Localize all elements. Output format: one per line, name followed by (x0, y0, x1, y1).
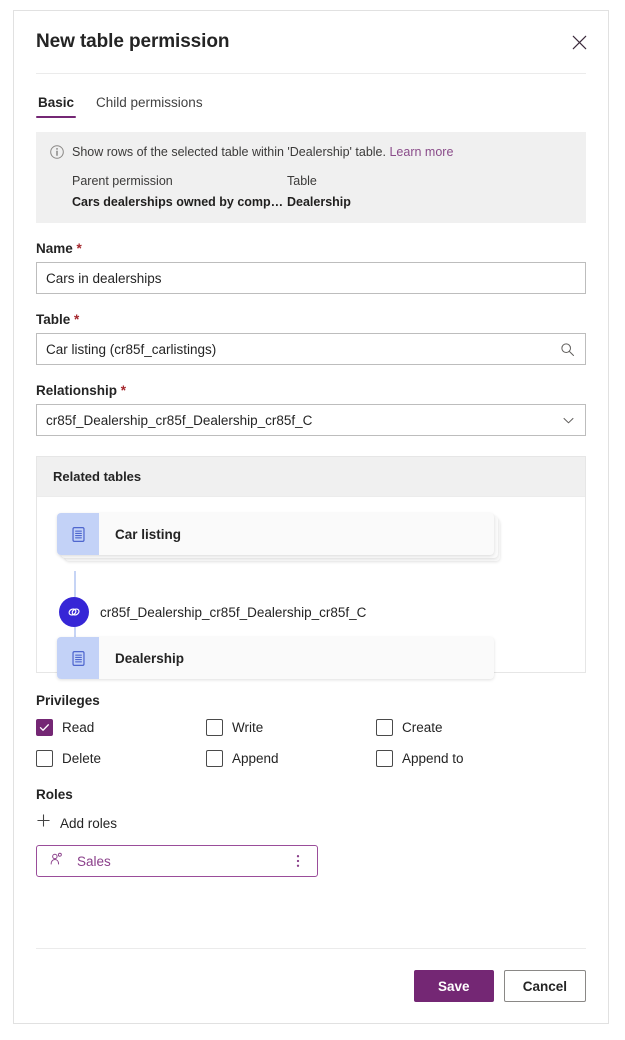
checkbox-write[interactable] (206, 719, 223, 736)
relationship-input[interactable] (37, 405, 562, 435)
privileges-label: Privileges (36, 693, 100, 708)
relationship-required-marker: * (120, 383, 127, 398)
relationship-dropdown[interactable] (36, 404, 586, 436)
checkbox-create[interactable] (376, 719, 393, 736)
parent-permission-value: Cars dealerships owned by compa... (72, 195, 287, 209)
privilege-append-to-label: Append to (402, 751, 464, 766)
info-circle-icon (50, 145, 64, 164)
table-field-group: Table * (36, 312, 586, 365)
info-banner-message-row: Show rows of the selected table within '… (50, 144, 570, 164)
privilege-read-label: Read (62, 720, 95, 735)
privilege-create-label: Create (402, 720, 443, 735)
table-label: Table * (36, 312, 586, 327)
roles-label: Roles (36, 787, 73, 802)
info-banner-text: Show rows of the selected table within '… (72, 144, 453, 160)
relationship-label-text: Relationship (36, 383, 118, 398)
search-icon[interactable] (560, 342, 585, 357)
tab-basic[interactable]: Basic (36, 95, 77, 118)
table-input[interactable] (37, 334, 560, 364)
add-roles-button[interactable]: Add roles (36, 813, 117, 833)
relationship-label: Relationship * (36, 383, 586, 398)
dialog-body: Show rows of the selected table within '… (14, 118, 608, 948)
name-required-marker: * (76, 241, 82, 256)
dialog-header: New table permission (14, 11, 608, 73)
link-icon (59, 597, 89, 627)
privilege-delete-label: Delete (62, 751, 102, 766)
dialog-footer: Save Cancel (14, 949, 608, 1023)
learn-more-link[interactable]: Learn more (389, 145, 453, 159)
table-icon (57, 637, 99, 679)
role-chip-sales[interactable]: Sales (36, 845, 318, 877)
related-table-node-dealership[interactable]: Dealership (57, 637, 494, 679)
privilege-read[interactable]: Read (36, 719, 206, 736)
add-roles-label: Add roles (60, 815, 118, 831)
related-table-node-car-listing[interactable]: Car listing (57, 513, 494, 555)
save-button[interactable]: Save (413, 970, 494, 1002)
table-header: Table (287, 174, 317, 188)
name-label: Name * (36, 241, 586, 256)
name-label-text: Name (36, 241, 73, 256)
tab-list: Basic Child permissions (14, 78, 608, 118)
cancel-button[interactable]: Cancel (503, 970, 586, 1002)
table-required-marker: * (74, 312, 80, 327)
table-label-text: Table (36, 312, 71, 327)
privileges-grid: Read Write Create Delete Append Append t (36, 719, 586, 767)
privilege-append-to[interactable]: Append to (376, 750, 586, 767)
info-banner-message: Show rows of the selected table within '… (72, 145, 386, 159)
role-chip-label: Sales (77, 853, 111, 869)
checkbox-read[interactable] (36, 719, 53, 736)
related-tables-diagram: Car listing cr85f_Dealership_cr85f_Deale… (37, 497, 585, 679)
name-field-group: Name * (36, 241, 586, 294)
tab-child-permissions[interactable]: Child permissions (94, 95, 205, 118)
privilege-append-label: Append (232, 751, 279, 766)
person-role-icon (49, 851, 65, 872)
relationship-field-group: Relationship * (36, 383, 586, 436)
more-vertical-icon[interactable] (289, 849, 307, 873)
privilege-write-label: Write (232, 720, 264, 735)
close-button[interactable] (564, 27, 594, 57)
info-banner-table: Parent permission Table Cars dealerships… (50, 174, 570, 209)
plus-icon (36, 813, 51, 833)
related-table-node-label: Car listing (115, 526, 182, 542)
checkbox-delete[interactable] (36, 750, 53, 767)
privilege-write[interactable]: Write (206, 719, 376, 736)
table-value: Dealership (287, 195, 351, 209)
table-icon (57, 513, 99, 555)
relationship-node[interactable]: cr85f_Dealership_cr85f_Dealership_cr85f_… (59, 597, 366, 627)
info-banner: Show rows of the selected table within '… (36, 132, 586, 223)
header-divider (36, 73, 586, 74)
name-input[interactable] (37, 263, 585, 293)
close-icon (572, 35, 587, 50)
privilege-create[interactable]: Create (376, 719, 586, 736)
table-input-wrap[interactable] (36, 333, 586, 365)
checkbox-append[interactable] (206, 750, 223, 767)
related-tables-header: Related tables (37, 457, 585, 497)
chevron-down-icon[interactable] (562, 414, 585, 427)
page-title: New table permission (36, 31, 230, 52)
related-tables-panel: Related tables Car listing cr85f_Dealers… (36, 456, 586, 679)
privilege-delete[interactable]: Delete (36, 750, 206, 767)
checkbox-append-to[interactable] (376, 750, 393, 767)
name-input-wrap[interactable] (36, 262, 586, 294)
related-table-node-label: Dealership (115, 650, 185, 666)
privilege-append[interactable]: Append (206, 750, 376, 767)
relationship-node-label: cr85f_Dealership_cr85f_Dealership_cr85f_… (100, 604, 367, 620)
new-table-permission-dialog: New table permission Basic Child permiss… (13, 10, 609, 1024)
parent-permission-header: Parent permission (72, 174, 173, 188)
